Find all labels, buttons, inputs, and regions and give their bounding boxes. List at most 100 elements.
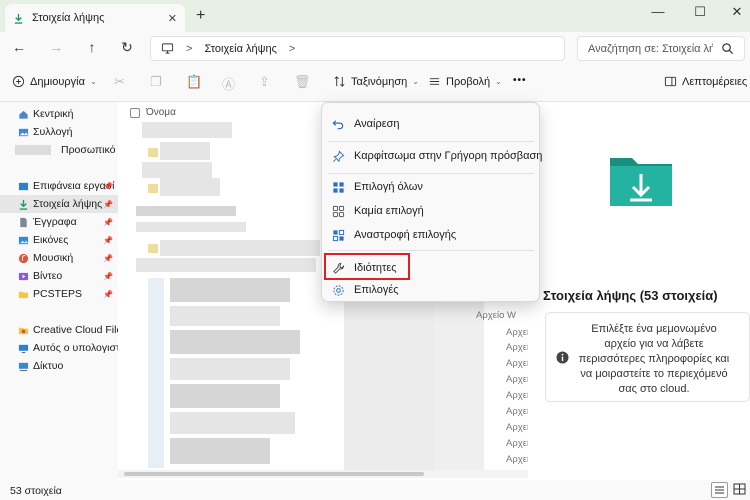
forward-button[interactable]: → [46,39,66,55]
menu-separator [328,173,534,174]
sidebar-item-label: Creative Cloud Files F [33,324,118,336]
menu-item-undo[interactable]: Αναίρεση [322,113,541,135]
sidebar-item-personal[interactable]: Προσωπικό [0,141,118,159]
copy-icon[interactable]: ❐ [150,74,162,90]
new-button[interactable]: Δημιουργία ⌄ [12,75,97,88]
select-all-checkbox[interactable] [130,107,140,118]
minimize-button[interactable]: — [647,4,669,19]
scrollbar-thumb[interactable] [124,472,424,476]
address-bar[interactable]: > Στοιχεία λήψης > [150,36,565,61]
sidebar-item-pcsteps[interactable]: PCSTEPS 📌 [0,285,118,303]
blurred-icon [15,145,51,155]
sidebar-item-label: Προσωπικό [61,144,116,156]
sidebar-item-label: Δίκτυο [33,360,64,372]
menu-item-label: Αναστροφή επιλογής [354,229,457,241]
sidebar-item-label: Αυτός ο υπολογιστή [33,342,118,354]
delete-icon[interactable]: 🗑 [294,74,311,90]
menu-item-select-none[interactable]: Καμία επιλογή [322,200,541,222]
new-tab-button[interactable]: + [196,7,205,25]
menu-item-options[interactable]: Επιλογές [322,279,541,301]
column-header-name[interactable]: Όνομα [130,107,176,118]
info-text: Επιλέξτε ένα μεμονωμένο αρχείο για να λά… [578,323,730,395]
search-icon [722,43,734,55]
search-input[interactable]: Αναζήτηση σε: Στοιχεία λήψ [588,43,713,55]
maximize-button[interactable]: ☐ [689,4,711,20]
folder-icon [18,291,29,298]
sidebar-item-label: Κεντρική [33,108,74,120]
pin-icon: 📌 [103,199,113,209]
menu-item-invert-selection[interactable]: Αναστροφή επιλογής [322,224,541,246]
network-icon [18,362,29,371]
blurred-file-name [136,222,246,232]
tiles-view-icon [733,483,746,495]
pin-icon [333,149,345,162]
menu-item-label: Αναίρεση [354,118,400,130]
blurred-date [344,292,434,472]
blurred-file-name [136,258,316,272]
sidebar-item-downloads[interactable]: Στοιχεία λήψης 📌 [0,195,118,213]
videos-icon [18,272,29,280]
more-options-button[interactable]: ••• [513,75,527,86]
command-bar: Δημιουργία ⌄ ✂ ❐ 📋 Ⓐ ⇪ 🗑 Ταξινόμηση ⌄ Πρ… [0,64,750,102]
close-tab-icon[interactable]: ✕ [168,12,177,25]
sort-icon [334,76,345,87]
sidebar-item-label: Έγγραφα [33,216,77,228]
breadcrumb-sep-icon: > [186,42,193,55]
close-window-button[interactable]: ✕ [726,4,748,20]
desktop-icon [18,182,29,190]
navigation-bar: ← → ↑ ↻ > Στοιχεία λήψης > Αναζήτηση σε:… [0,32,750,64]
up-button[interactable]: ↑ [82,39,102,55]
breadcrumb-chevron-icon[interactable]: > [289,43,295,55]
sidebar-item-label: PCSTEPS [33,288,83,300]
sidebar-item-pictures[interactable]: Εικόνες 📌 [0,231,118,249]
sidebar-item-network[interactable]: Δίκτυο [0,357,118,375]
sidebar-item-gallery[interactable]: Συλλογή [0,123,118,141]
paste-icon[interactable]: 📋 [186,74,202,90]
sidebar-item-videos[interactable]: Βίντεο 📌 [0,267,118,285]
invert-selection-icon [332,229,345,241]
menu-item-select-all[interactable]: Επιλογή όλων [322,176,541,198]
menu-item-label: Καρφίτσωμα στην Γρήγορη πρόσβαση [354,150,543,162]
sidebar-item-home[interactable]: Κεντρική [0,105,118,123]
breadcrumb-downloads[interactable]: Στοιχεία λήψης [204,43,276,55]
sidebar-item-music[interactable]: Μουσική 📌 [0,249,118,267]
chevron-down-icon: ⌄ [89,77,97,86]
pin-icon: 📌 [103,217,113,227]
details-pane-button[interactable]: Λεπτομέρειες [664,75,747,88]
details-title: Στοιχεία λήψης (53 στοιχεία) [543,288,718,303]
details-view-icon [715,486,724,494]
blurred-file-name [170,412,295,434]
blurred-file-name [170,358,290,380]
highlight-box [324,253,410,280]
undo-icon [332,119,344,129]
cut-icon[interactable]: ✂ [114,74,125,90]
new-button-label: Δημιουργία [30,75,85,88]
horizontal-scrollbar[interactable] [118,470,528,478]
sidebar-item-desktop[interactable]: Επιφάνεια εργασί 📌 [0,177,118,195]
item-count: 53 στοιχεία [10,485,62,497]
details-view-button[interactable] [711,482,728,498]
pin-icon: 📌 [103,181,113,191]
sort-button[interactable]: Ταξινόμηση ⌄ [333,75,419,88]
refresh-button[interactable]: ↻ [117,39,137,56]
select-none-icon [332,205,345,217]
chevron-down-icon: ⌄ [412,77,419,86]
back-button[interactable]: ← [9,39,29,55]
sidebar-item-documents[interactable]: Έγγραφα 📌 [0,213,118,231]
view-button[interactable]: Προβολή ⌄ [428,75,502,88]
chevron-down-icon: ⌄ [495,77,502,86]
search-box[interactable]: Αναζήτηση σε: Στοιχεία λήψ [577,36,745,61]
menu-separator [328,250,534,251]
sidebar-item-creative-cloud[interactable]: Creative Cloud Files F [0,321,118,339]
tab-downloads[interactable]: Στοιχεία λήψης ✕ [5,4,185,32]
sidebar-item-this-pc[interactable]: Αυτός ο υπολογιστή [0,339,118,357]
options-gear-icon [333,284,344,296]
sidebar-item-label: Εικόνες [33,234,69,246]
tiles-view-button[interactable] [732,482,748,498]
rename-icon[interactable]: Ⓐ [222,74,235,93]
blurred-file-name [170,438,270,464]
menu-item-pin-quick-access[interactable]: Καρφίτσωμα στην Γρήγορη πρόσβαση [322,145,543,167]
share-icon[interactable]: ⇪ [259,74,270,90]
blurred-file-name [170,278,290,302]
details-button-label: Λεπτομέρειες [682,75,748,88]
